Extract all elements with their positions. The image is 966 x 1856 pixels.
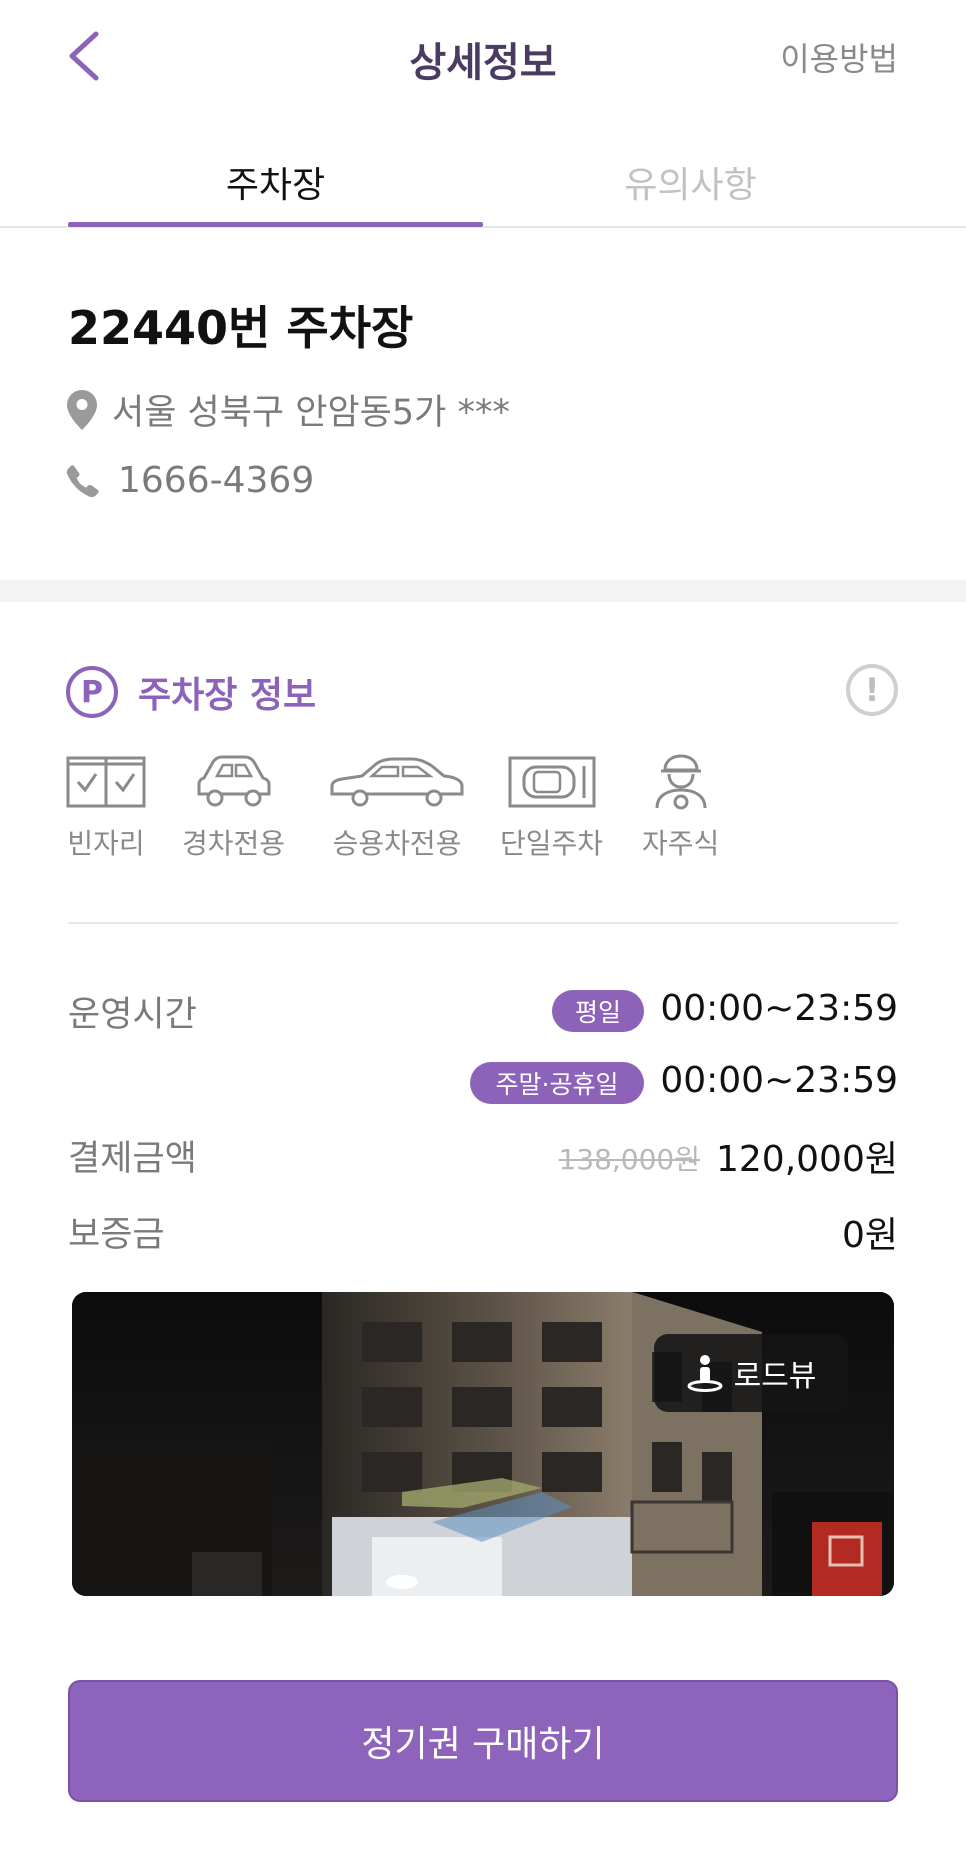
address-row: 서울 성북구 안암동5가 *** (66, 384, 510, 435)
feature-label: 자주식 (642, 827, 720, 860)
phone-icon (66, 464, 99, 497)
parking-detail-page: 상세정보 이용방법 주차장 유의사항 22440번 주차장 서울 성북구 안암동… (0, 0, 966, 1856)
roadview-button[interactable]: 로드뷰 (654, 1334, 848, 1412)
feature-label: 단일주차 (500, 827, 604, 860)
feature-compact-only: 경차전용 (182, 754, 285, 862)
roadview-label: 로드뷰 (733, 1359, 817, 1394)
feature-label: 승용차전용 (332, 827, 462, 860)
section-divider (0, 580, 966, 602)
location-pin-icon (67, 389, 97, 430)
feature-sedan-only: 승용차전용 (328, 754, 466, 862)
payment-label: 결제금액 (68, 1139, 197, 1179)
help-link[interactable]: 이용방법 (780, 34, 898, 80)
section-title: 주차장 정보 (138, 675, 317, 716)
original-price: 138,000원 (558, 1143, 700, 1176)
address-text: 서울 성북구 안암동5가 *** (112, 393, 510, 433)
active-tab-indicator (68, 222, 483, 227)
divider (68, 922, 898, 924)
lot-name: 22440번 주차장 (68, 301, 414, 355)
tab-bar: 주차장 유의사항 (0, 140, 966, 228)
feature-single-parking: 단일주차 (500, 754, 603, 862)
single-parking-icon (508, 756, 596, 808)
feature-self-park: 자주식 (642, 754, 719, 862)
phone-row[interactable]: 1666-4369 (66, 460, 314, 501)
feature-label: 경차전용 (182, 827, 286, 860)
discounted-price: 120,000원 (716, 1139, 898, 1180)
weekday-badge: 평일 (552, 990, 644, 1032)
tab-parking[interactable]: 주차장 (68, 156, 483, 208)
parking-info-header: P 주차장 정보 (66, 666, 316, 718)
weekday-hours: 00:00~23:59 (660, 988, 898, 1029)
checklist-icon (66, 756, 146, 808)
deposit-label: 보증금 (68, 1215, 165, 1255)
weekend-badge: 주말·공휴일 (470, 1062, 644, 1104)
buy-pass-button[interactable]: 정기권 구매하기 (68, 1680, 898, 1802)
phone-text: 1666-4369 (118, 460, 315, 501)
tab-notes[interactable]: 유의사항 (483, 156, 898, 208)
feature-empty-spot: 빈자리 (66, 754, 146, 862)
compact-car-icon (197, 755, 271, 807)
driver-icon (655, 754, 707, 810)
deposit-value: 0원 (841, 1215, 898, 1256)
parking-p-icon: P (66, 666, 118, 718)
weekend-hours: 00:00~23:59 (660, 1060, 898, 1101)
feature-label: 빈자리 (67, 827, 145, 860)
info-alert-icon[interactable]: ! (846, 664, 898, 716)
person-pin-icon (687, 1355, 723, 1392)
header: 상세정보 이용방법 (0, 0, 966, 110)
hours-label: 운영시간 (68, 995, 197, 1035)
sedan-icon (330, 757, 464, 807)
